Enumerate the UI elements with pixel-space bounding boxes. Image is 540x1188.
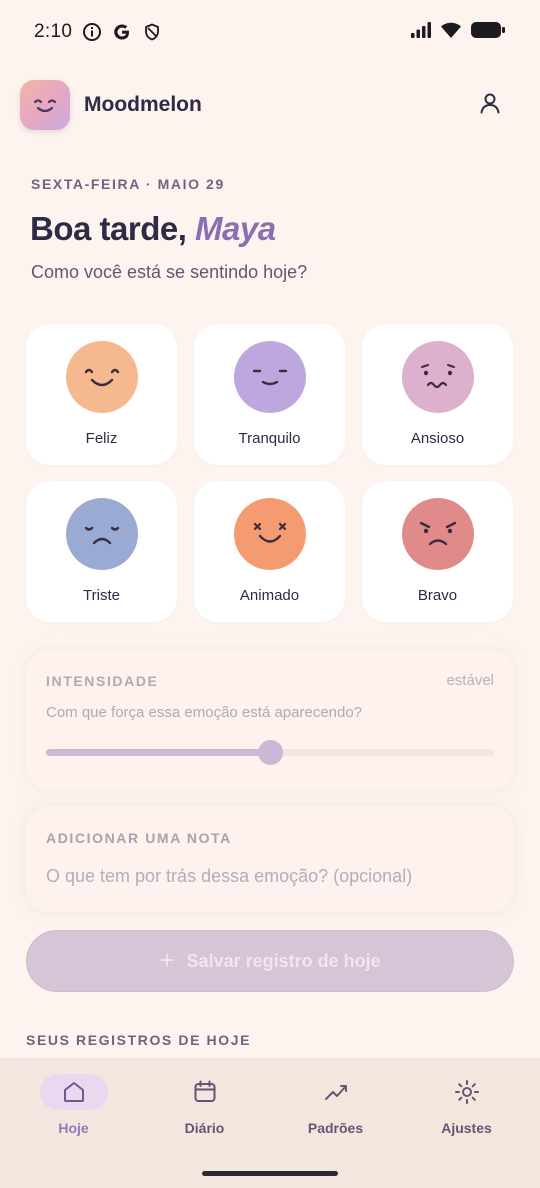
- nav-item-ajustes[interactable]: Ajustes: [412, 1074, 522, 1136]
- note-input[interactable]: [46, 866, 486, 887]
- info-icon: [82, 22, 102, 42]
- bottom-nav: Hoje Diário Padrões Ajustes: [0, 1058, 540, 1188]
- nav-label: Hoje: [58, 1120, 89, 1136]
- sad-face-icon: [65, 498, 138, 570]
- greeting-user-name: Maya: [195, 210, 276, 247]
- mood-label: Animado: [239, 587, 300, 604]
- app-name: Moodmelon: [84, 93, 202, 116]
- date-label: SEXTA-FEIRA · MAIO 29: [31, 176, 225, 192]
- trend-icon: [302, 1074, 370, 1110]
- anxious-face-icon: [401, 341, 474, 413]
- intensity-title: INTENSIDADE: [46, 673, 159, 689]
- greeting-heading: Boa tarde, Maya: [30, 210, 276, 248]
- battery-icon: [470, 21, 506, 44]
- mood-label: Bravo: [417, 587, 458, 604]
- today-entries-heading: SEUS REGISTROS DE HOJE: [26, 1032, 252, 1048]
- shield-icon: [142, 22, 162, 42]
- mood-question: Como você está se sentindo hoje?: [31, 262, 308, 282]
- mood-grid: Feliz Tranquilo Ansioso Triste Animado B…: [26, 324, 515, 622]
- save-entry-button[interactable]: + Salvar registro de hoje: [26, 930, 514, 992]
- save-entry-label: Salvar registro de hoje: [186, 950, 381, 971]
- smiley-logo-icon: [20, 80, 70, 130]
- happy-face-icon: [65, 341, 138, 413]
- mood-card-tranquilo[interactable]: Tranquilo: [194, 324, 345, 465]
- calm-face-icon: [233, 341, 306, 413]
- angry-face-icon: [401, 498, 474, 570]
- mood-label: Ansioso: [410, 430, 465, 447]
- person-icon: [478, 91, 502, 120]
- intensity-question: Com que força essa emoção está aparecend…: [46, 704, 363, 721]
- nav-label: Diário: [184, 1120, 225, 1136]
- note-title: ADICIONAR UMA NOTA: [46, 830, 232, 846]
- wifi-icon: [440, 21, 462, 44]
- nav-item-diario[interactable]: Diário: [150, 1074, 260, 1136]
- intensity-card: INTENSIDADE estável Com que força essa e…: [26, 650, 514, 790]
- profile-button[interactable]: [470, 85, 510, 125]
- intensity-slider-thumb[interactable]: [258, 740, 283, 765]
- nav-item-padroes[interactable]: Padrões: [281, 1074, 391, 1136]
- mood-card-animado[interactable]: Animado: [194, 481, 345, 622]
- intensity-slider[interactable]: [46, 740, 494, 765]
- mood-card-triste[interactable]: Triste: [26, 481, 177, 622]
- app-header: Moodmelon: [20, 78, 510, 132]
- excited-face-icon: [233, 498, 306, 570]
- note-card: ADICIONAR UMA NOTA: [26, 806, 514, 912]
- brand: Moodmelon: [20, 80, 202, 130]
- nav-label: Padrões: [307, 1120, 364, 1136]
- plus-icon: +: [159, 945, 175, 975]
- calendar-icon: [171, 1074, 239, 1110]
- mood-label: Tranquilo: [238, 430, 301, 447]
- mood-card-feliz[interactable]: Feliz: [26, 324, 177, 465]
- mood-label: Triste: [83, 587, 120, 604]
- mood-card-bravo[interactable]: Bravo: [362, 481, 513, 622]
- status-bar: 2:10: [0, 0, 540, 64]
- status-time: 2:10: [34, 21, 73, 42]
- intensity-value-label: estável: [446, 672, 494, 689]
- signal-icon: [410, 21, 432, 44]
- google-icon: [112, 22, 132, 42]
- mood-card-ansioso[interactable]: Ansioso: [362, 324, 513, 465]
- nav-item-hoje[interactable]: Hoje: [19, 1074, 129, 1136]
- nav-label: Ajustes: [441, 1120, 492, 1136]
- home-icon: [39, 1074, 108, 1110]
- mood-label: Feliz: [85, 430, 118, 447]
- greeting-salutation: Boa tarde,: [30, 210, 187, 247]
- home-indicator: [202, 1171, 338, 1176]
- sun-settings-icon: [433, 1074, 501, 1110]
- intensity-slider-fill: [46, 749, 270, 756]
